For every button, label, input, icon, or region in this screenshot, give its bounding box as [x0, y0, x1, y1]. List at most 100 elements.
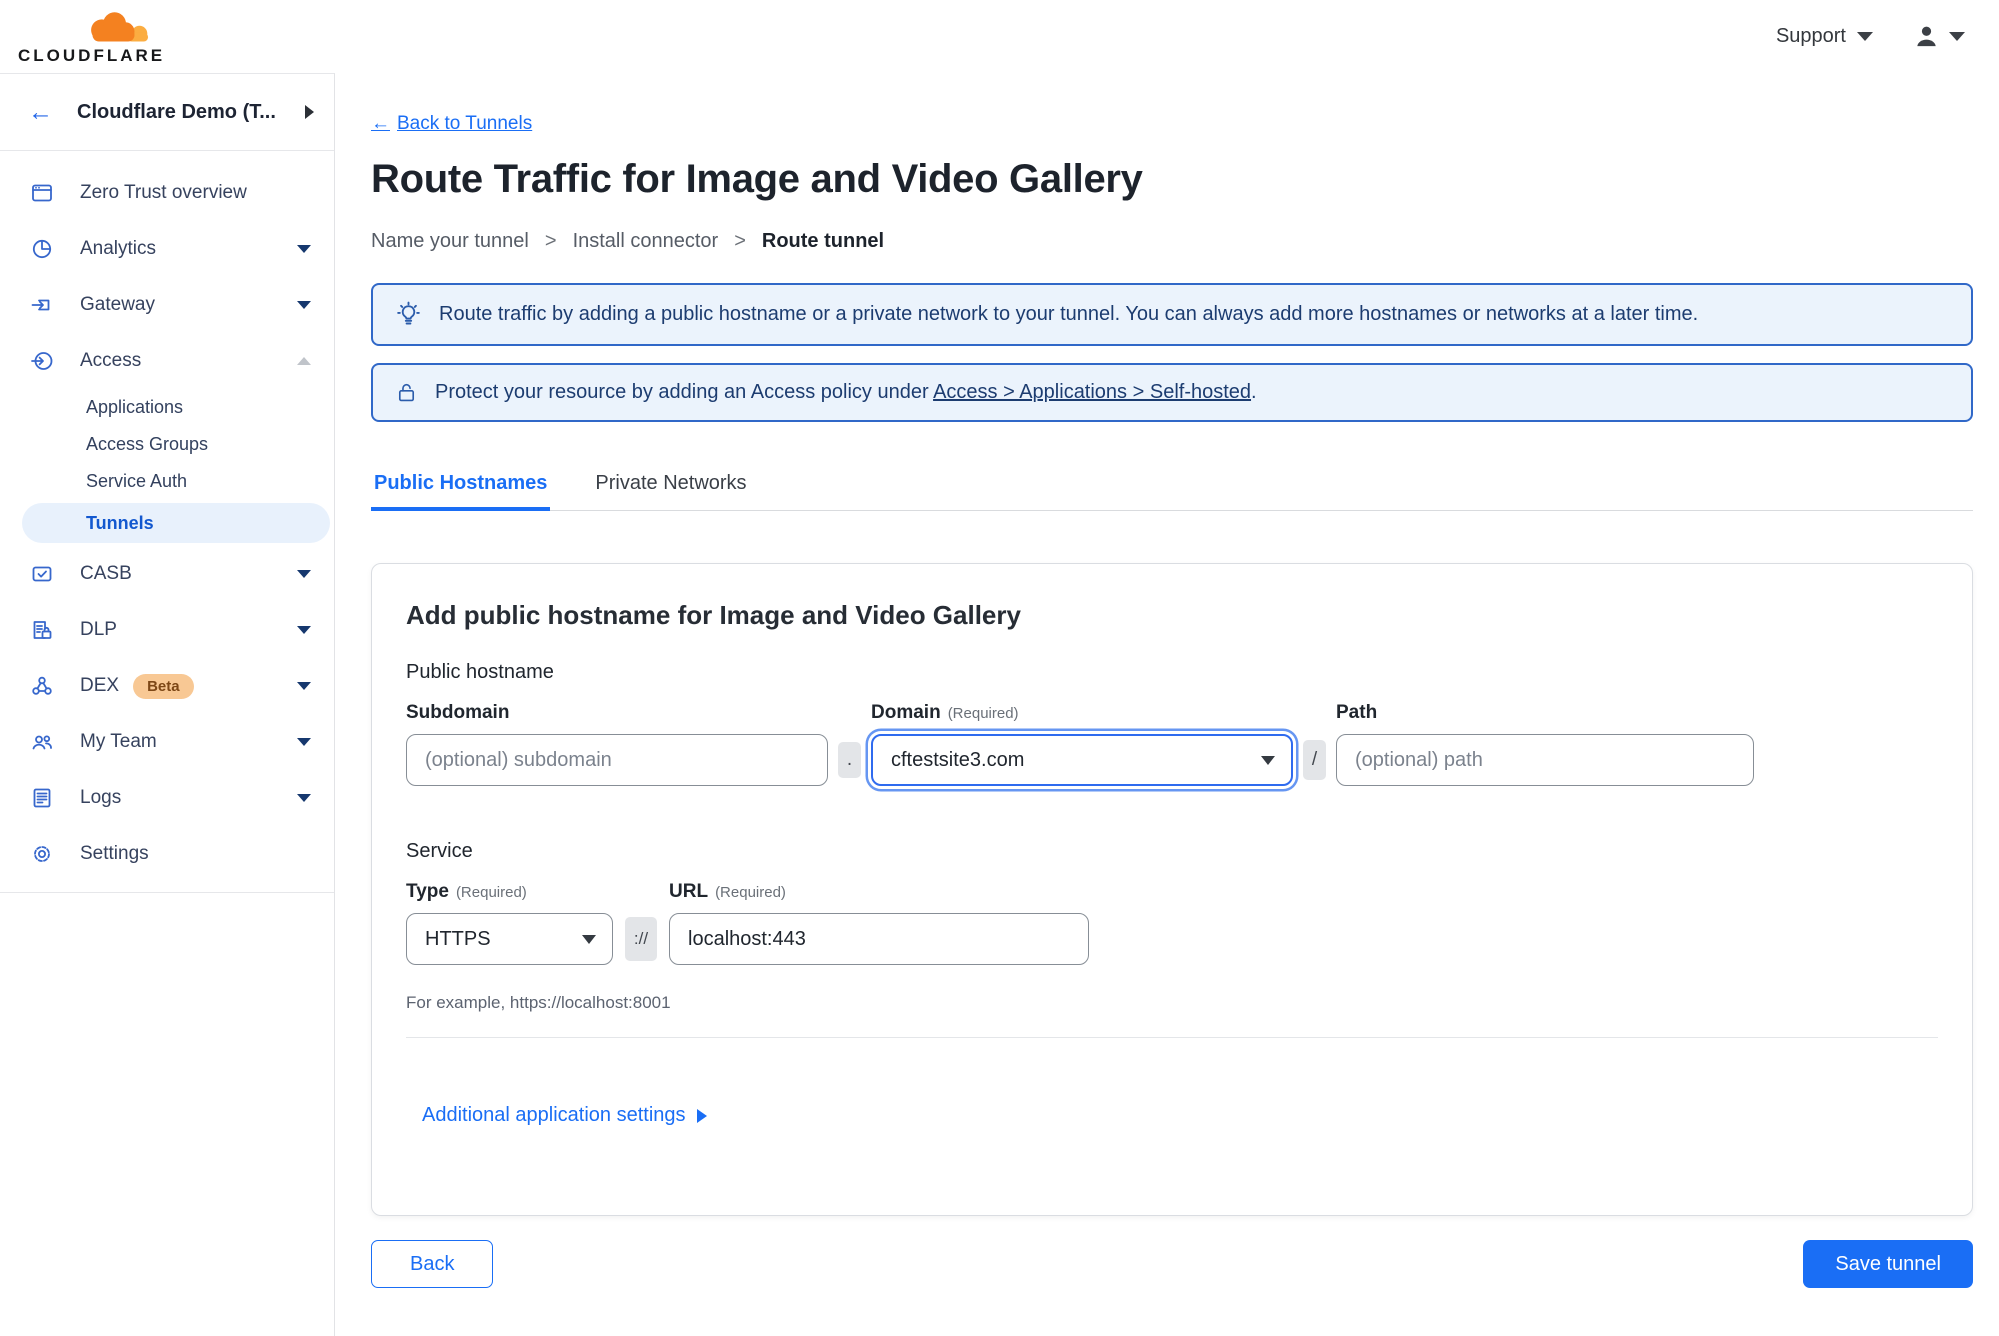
caret-down-icon	[297, 570, 311, 578]
logs-icon	[33, 788, 51, 808]
info-banner-access-policy: Protect your resource by adding an Acces…	[371, 363, 1973, 422]
caret-down-icon	[297, 301, 311, 309]
subdomain-label: Subdomain	[406, 702, 510, 723]
sidebar-item-settings[interactable]: Settings	[0, 826, 334, 882]
service-type-value: HTTPS	[425, 927, 491, 950]
caret-down-icon	[297, 626, 311, 634]
path-input[interactable]	[1336, 734, 1754, 786]
team-icon	[32, 735, 52, 750]
beta-badge: Beta	[133, 673, 194, 699]
sidebar-nav: Zero Trust overview Analytics Gateway Ac…	[0, 151, 334, 882]
caret-down-icon	[297, 245, 311, 253]
required-hint: (Required)	[715, 884, 786, 901]
caret-down-icon	[297, 794, 311, 802]
url-label: URL (Required)	[669, 881, 786, 902]
dot-separator: .	[838, 742, 861, 778]
sidebar-item-access-groups[interactable]: Access Groups	[0, 426, 334, 463]
sidebar-item-my-team[interactable]: My Team	[0, 714, 334, 770]
domain-value: cftestsite3.com	[891, 748, 1025, 771]
pie-chart-icon	[32, 239, 52, 259]
document-lock-icon	[33, 621, 52, 639]
sidebar-item-dex[interactable]: DEX Beta	[0, 658, 334, 714]
sidebar-item-access[interactable]: Access	[0, 333, 334, 389]
slash-separator: /	[1303, 740, 1326, 780]
wizard-footer: Back Save tunnel	[371, 1240, 1973, 1288]
sidebar-item-casb[interactable]: CASB	[0, 546, 334, 602]
user-menu[interactable]	[1913, 23, 1965, 50]
chevron-right-icon[interactable]	[305, 105, 314, 119]
info-banner-route-traffic: Route traffic by adding a public hostnam…	[371, 283, 1973, 346]
sidebar-item-zero-trust-overview[interactable]: Zero Trust overview	[0, 165, 334, 221]
step-route-tunnel: Route tunnel	[761, 230, 885, 252]
sidebar-item-logs[interactable]: Logs	[0, 770, 334, 826]
select-caret-icon	[1261, 755, 1275, 765]
tab-private-networks[interactable]: Private Networks	[592, 472, 749, 510]
required-hint: (Required)	[455, 884, 527, 901]
card-divider	[406, 1037, 1938, 1038]
back-button[interactable]: Back	[371, 1240, 494, 1288]
service-url-input[interactable]	[669, 913, 1089, 965]
gateway-icon	[31, 299, 50, 311]
sidebar: ← Cloudflare Demo (T... Zero Trust overv…	[0, 73, 335, 1336]
tab-public-hostnames[interactable]: Public Hostnames	[371, 472, 551, 511]
scheme-separator: ://	[625, 917, 657, 961]
public-hostname-label: Public hostname	[406, 661, 554, 683]
path-label: Path	[1336, 702, 1378, 723]
breadcrumb: Name your tunnel > Install connector > R…	[371, 230, 885, 253]
page-title: Route Traffic for Image and Video Galler…	[371, 157, 1143, 201]
access-applications-self-hosted-link[interactable]: Access > Applications > Self-hosted	[933, 381, 1251, 403]
hostname-fields-row: Subdomain . Domain(Required) cftestsite3…	[406, 702, 1938, 786]
user-icon	[1917, 26, 1936, 47]
sidebar-item-service-auth[interactable]: Service Auth	[0, 463, 334, 500]
lightbulb-icon	[397, 301, 420, 325]
domain-label: Domain (Required)	[871, 702, 1019, 723]
caret-up-icon	[297, 357, 311, 365]
chevron-down-icon	[1857, 32, 1873, 41]
lock-icon	[398, 383, 415, 402]
support-menu[interactable]: Support	[1776, 25, 1873, 48]
dex-nodes-icon	[32, 676, 52, 695]
service-type-select[interactable]: HTTPS	[406, 913, 613, 965]
casb-icon	[32, 566, 52, 582]
tab-bar: Public Hostnames Private Networks	[371, 472, 1973, 511]
support-label: Support	[1775, 25, 1846, 47]
topbar-actions: Support	[1776, 23, 1965, 50]
public-hostname-card: Add public hostname for Image and Video …	[371, 563, 1973, 1216]
main-content: ← Back to Tunnels Route Traffic for Imag…	[335, 73, 1999, 1336]
sidebar-item-gateway[interactable]: Gateway	[0, 277, 334, 333]
url-example-hint: For example, https://localhost:8001	[406, 993, 671, 1012]
save-tunnel-button[interactable]: Save tunnel	[1803, 1240, 1973, 1288]
expand-right-icon	[696, 1108, 707, 1123]
chevron-down-icon	[1949, 32, 1965, 41]
sidebar-divider	[0, 892, 334, 893]
top-bar: CLOUDFLARE Support	[0, 0, 1999, 73]
back-to-tunnels-link[interactable]: ← Back to Tunnels	[371, 113, 532, 135]
gear-icon	[34, 846, 50, 862]
account-name: Cloudflare Demo (T...	[77, 100, 276, 123]
window-icon	[32, 184, 52, 202]
step-name-your-tunnel[interactable]: Name your tunnel	[371, 230, 529, 253]
access-icon	[31, 352, 53, 370]
select-caret-icon	[582, 934, 596, 944]
cloudflare-logo[interactable]: CLOUDFLARE	[18, 8, 165, 66]
cloudflare-cloud-icon	[91, 11, 149, 41]
sidebar-item-analytics[interactable]: Analytics	[0, 221, 334, 277]
account-switcher: ← Cloudflare Demo (T...	[0, 74, 334, 151]
step-install-connector[interactable]: Install connector	[573, 230, 719, 253]
card-heading: Add public hostname for Image and Video …	[406, 600, 1021, 630]
caret-down-icon	[297, 682, 311, 690]
subdomain-input[interactable]	[406, 734, 828, 786]
additional-settings-toggle[interactable]: Additional application settings	[422, 1104, 707, 1127]
required-hint: (Required)	[947, 705, 1019, 722]
type-label: Type (Required)	[406, 881, 527, 902]
sidebar-item-applications[interactable]: Applications	[0, 389, 334, 426]
back-arrow-icon[interactable]: ←	[28, 99, 53, 125]
caret-down-icon	[297, 738, 311, 746]
service-label: Service	[406, 840, 473, 862]
service-fields-row: Type (Required) HTTPS :// URL (Required)	[406, 881, 1938, 965]
sidebar-item-tunnels[interactable]: Tunnels	[22, 503, 330, 543]
back-arrow-icon: ←	[371, 113, 390, 134]
domain-select[interactable]: cftestsite3.com	[871, 734, 1293, 786]
cloudflare-wordmark: CLOUDFLARE	[18, 45, 166, 65]
sidebar-item-dlp[interactable]: DLP	[0, 602, 334, 658]
